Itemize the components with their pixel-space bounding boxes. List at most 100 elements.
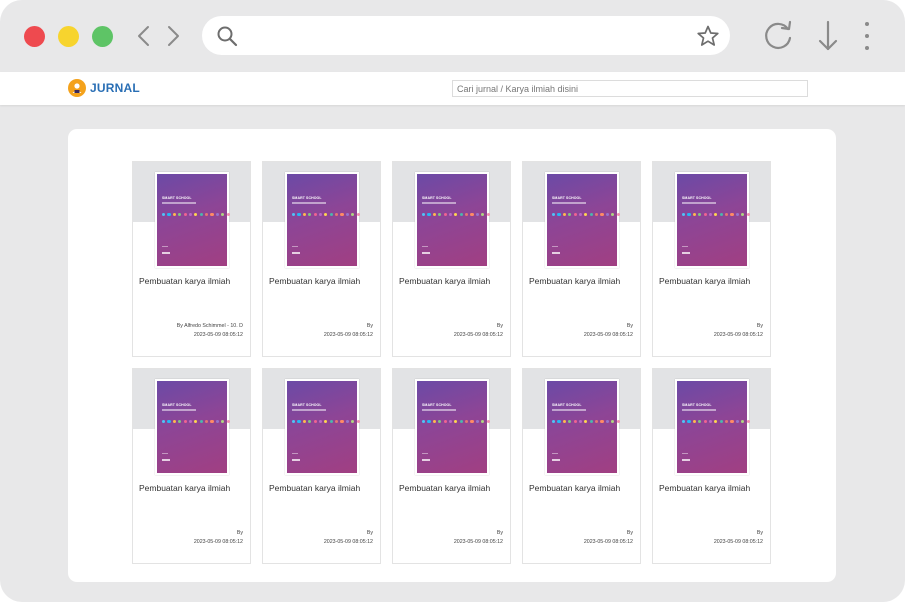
site-header: JURNAL xyxy=(0,72,905,105)
cover-icon-dot xyxy=(210,213,214,217)
cover-icon-dot xyxy=(595,420,599,424)
journal-card[interactable]: SMART SCHOOL Pembuatan karya ilmiah By 2… xyxy=(392,161,511,357)
cover-subtitle-line xyxy=(552,409,586,411)
cover-icon-dot xyxy=(481,213,485,217)
cover-icon-dot xyxy=(162,420,166,424)
cover-subtitle-line xyxy=(682,409,716,411)
download-icon[interactable] xyxy=(817,20,839,52)
minimize-window-button[interactable] xyxy=(58,26,79,47)
cover-footer-mark xyxy=(552,252,560,254)
journal-card[interactable]: SMART SCHOOL Pembuatan karya ilmiah By 2… xyxy=(132,368,251,564)
journal-card[interactable]: SMART SCHOOL Pembuatan karya ilmiah By 2… xyxy=(262,161,381,357)
cover-icon-dot xyxy=(443,420,447,424)
chevron-right-icon[interactable] xyxy=(162,24,184,48)
cover-footer-mark xyxy=(292,459,300,461)
search-input[interactable] xyxy=(452,80,808,97)
cover-icon-dot xyxy=(611,213,615,217)
cover-icon-row xyxy=(682,420,750,424)
card-title[interactable]: Pembuatan karya ilmiah xyxy=(269,483,360,493)
card-author: By Alfredo Schimmel - 10. D xyxy=(176,323,243,329)
brand-title[interactable]: JURNAL xyxy=(90,81,140,95)
cover-icon-dot xyxy=(730,420,734,424)
journal-card[interactable]: SMART SCHOOL Pembuatan karya ilmiah By 2… xyxy=(652,368,771,564)
cover-icon-dot xyxy=(427,213,431,217)
journal-cover-image: SMART SCHOOL xyxy=(415,379,490,475)
cover-icon-dot xyxy=(595,213,599,217)
journal-card[interactable]: SMART SCHOOL Pembuatan karya ilmiah By 2… xyxy=(262,368,381,564)
card-title[interactable]: Pembuatan karya ilmiah xyxy=(399,276,490,286)
cover-icon-dot xyxy=(708,213,713,217)
card-date: 2023-05-09 08:05:12 xyxy=(713,539,763,545)
card-date: 2023-05-09 08:05:12 xyxy=(453,332,503,338)
address-bar[interactable] xyxy=(202,16,730,55)
cover-icon-dot xyxy=(459,213,463,217)
url-input[interactable] xyxy=(246,24,680,48)
cover-icon-dot xyxy=(735,420,739,424)
cover-icon-dot xyxy=(356,213,360,217)
card-title[interactable]: Pembuatan karya ilmiah xyxy=(659,483,750,493)
cover-icon-dot xyxy=(725,213,729,217)
cover-subtitle-line xyxy=(422,202,456,204)
cover-icon-dot xyxy=(719,420,723,424)
browser-toolbar xyxy=(0,0,905,72)
cover-title: SMART SCHOOL xyxy=(422,403,452,407)
content-panel: SMART SCHOOL Pembuatan karya ilmiah By A… xyxy=(68,129,836,582)
journal-card[interactable]: SMART SCHOOL Pembuatan karya ilmiah By 2… xyxy=(522,368,641,564)
cover-footer-mark xyxy=(552,246,558,248)
chevron-left-icon[interactable] xyxy=(133,24,155,48)
card-title[interactable]: Pembuatan karya ilmiah xyxy=(269,276,360,286)
cover-icon-dot xyxy=(313,213,317,217)
journal-card[interactable]: SMART SCHOOL Pembuatan karya ilmiah By 2… xyxy=(392,368,511,564)
card-title[interactable]: Pembuatan karya ilmiah xyxy=(139,483,230,493)
journal-cover-image: SMART SCHOOL xyxy=(285,172,360,268)
cover-icon-dot xyxy=(605,420,609,424)
journal-card[interactable]: SMART SCHOOL Pembuatan karya ilmiah By 2… xyxy=(652,161,771,357)
cover-icon-dot xyxy=(432,420,436,424)
cover-icon-dot xyxy=(552,213,556,217)
cover-icon-dot xyxy=(719,213,723,217)
cover-icon-dot xyxy=(167,420,171,424)
cover-icon-row xyxy=(552,213,620,217)
site-logo-icon[interactable] xyxy=(68,79,86,97)
card-title[interactable]: Pembuatan karya ilmiah xyxy=(399,483,490,493)
card-author: By xyxy=(366,530,373,536)
journal-card[interactable]: SMART SCHOOL Pembuatan karya ilmiah By 2… xyxy=(522,161,641,357)
cover-icon-dot xyxy=(735,213,739,217)
card-title[interactable]: Pembuatan karya ilmiah xyxy=(529,483,620,493)
cover-icon-dot xyxy=(454,420,458,424)
cover-icon-dot xyxy=(578,213,583,217)
cover-icon-dot xyxy=(698,213,702,217)
cover-icon-dot xyxy=(162,213,166,217)
card-title[interactable]: Pembuatan karya ilmiah xyxy=(659,276,750,286)
cover-subtitle-line xyxy=(422,409,456,411)
cover-footer-mark xyxy=(422,252,430,254)
card-title[interactable]: Pembuatan karya ilmiah xyxy=(139,276,230,286)
cover-icon-dot xyxy=(589,213,593,217)
cover-icon-dot xyxy=(584,420,588,424)
cover-footer-mark xyxy=(162,246,168,248)
cover-icon-dot xyxy=(682,420,686,424)
cover-icon-dot xyxy=(486,420,490,424)
cover-icon-row xyxy=(162,420,230,424)
cover-footer-mark xyxy=(162,453,168,455)
reload-icon[interactable] xyxy=(762,20,796,52)
cover-icon-dot xyxy=(714,213,718,217)
card-date: 2023-05-09 08:05:12 xyxy=(583,539,633,545)
cover-icon-dot xyxy=(616,213,620,217)
cover-icon-dot xyxy=(194,420,198,424)
maximize-window-button[interactable] xyxy=(92,26,113,47)
kebab-menu-icon[interactable] xyxy=(860,20,874,52)
cover-icon-dot xyxy=(687,420,691,424)
close-window-button[interactable] xyxy=(24,26,45,47)
cover-icon-row xyxy=(422,213,490,217)
journal-cover-image: SMART SCHOOL xyxy=(415,172,490,268)
card-meta: By 2023-05-09 08:05:12 xyxy=(454,529,503,547)
cover-subtitle-line xyxy=(292,409,326,411)
star-icon[interactable] xyxy=(696,24,720,48)
cover-icon-dot xyxy=(329,213,333,217)
cover-icon-dot xyxy=(578,420,583,424)
cover-icon-dot xyxy=(183,213,187,217)
cover-icon-dot xyxy=(318,420,323,424)
card-title[interactable]: Pembuatan karya ilmiah xyxy=(529,276,620,286)
journal-card[interactable]: SMART SCHOOL Pembuatan karya ilmiah By A… xyxy=(132,161,251,357)
